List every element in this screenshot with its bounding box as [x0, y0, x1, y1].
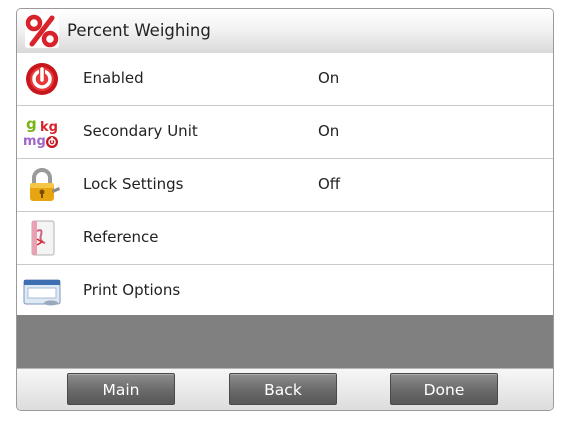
units-icon-mg: mg: [23, 134, 46, 149]
menu-item-enabled[interactable]: Enabled On: [17, 53, 553, 106]
menu-item-print-options[interactable]: Print Options: [17, 265, 553, 318]
menu-item-value: Off: [318, 175, 341, 193]
units-icon-g: g: [26, 115, 37, 133]
empty-list-area: [17, 315, 553, 368]
back-button[interactable]: Back: [229, 373, 337, 405]
menu-item-label: Secondary Unit: [83, 122, 198, 140]
menu-item-lock-settings[interactable]: Lock Settings Off: [17, 159, 553, 212]
menu-item-value: On: [318, 122, 340, 140]
main-button[interactable]: Main: [67, 373, 175, 405]
units-icon: g kg mg: [23, 115, 58, 149]
menu-item-label: Enabled: [83, 69, 144, 87]
menu-item-label: Lock Settings: [83, 175, 184, 193]
units-icon-kg: kg: [40, 120, 58, 135]
menu-item-label: Reference: [83, 228, 159, 246]
page-title: Percent Weighing: [67, 21, 211, 40]
done-button[interactable]: Done: [390, 373, 498, 405]
footer-button-bar: Main Back Done: [17, 368, 553, 410]
percent-icon: [25, 14, 59, 48]
print-options-icon: [23, 279, 61, 306]
power-icon: [26, 63, 58, 95]
lock-icon: [30, 168, 60, 201]
title-bar: Percent Weighing: [17, 9, 553, 54]
menu-item-reference[interactable]: Reference: [17, 212, 553, 265]
percent-weighing-screen: Percent Weighing Enabled On g kg mg Seco…: [16, 8, 554, 411]
menu-item-secondary-unit[interactable]: g kg mg Secondary Unit On: [17, 106, 553, 159]
menu-item-value: On: [318, 69, 340, 87]
menu-item-label: Print Options: [83, 281, 181, 299]
reference-book-icon: [31, 220, 55, 256]
